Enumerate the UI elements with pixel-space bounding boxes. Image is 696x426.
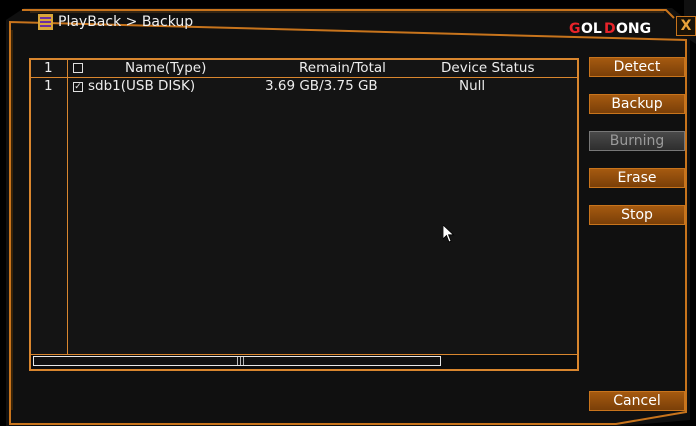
detect-button[interactable]: Detect <box>589 57 685 77</box>
cancel-button[interactable]: Cancel <box>589 391 685 411</box>
header-name: Name(Type) <box>125 60 207 76</box>
backup-button[interactable]: Backup <box>589 94 685 114</box>
grip-icon: ||| <box>236 356 246 366</box>
row-remain-total: 3.69 GB/3.75 GB <box>265 78 378 94</box>
row-checkbox[interactable]: ✓ <box>73 82 83 92</box>
close-button[interactable]: X <box>676 16 696 36</box>
scrollbar-thumb[interactable]: ||| <box>33 356 441 366</box>
brand-logo: G OL D ONG <box>569 19 661 41</box>
erase-button[interactable]: Erase <box>589 168 685 188</box>
row-device-name: sdb1(USB DISK) <box>88 78 196 94</box>
backup-icon <box>38 14 53 30</box>
window-title: PlayBack > Backup <box>58 14 194 30</box>
header-device-status: Device Status <box>441 60 535 76</box>
svg-text:ONG: ONG <box>616 21 651 37</box>
select-all-checkbox[interactable] <box>73 63 83 73</box>
svg-text:OL: OL <box>581 21 602 37</box>
horizontal-scrollbar[interactable]: ||| <box>31 354 577 369</box>
mouse-pointer-icon <box>442 224 455 247</box>
column-divider <box>67 60 68 357</box>
svg-text:G: G <box>569 21 581 37</box>
stop-button[interactable]: Stop <box>589 205 685 225</box>
header-index: 1 <box>44 60 53 76</box>
burning-button[interactable]: Burning <box>589 131 685 151</box>
device-table: 1 Name(Type) Remain/Total Device Status … <box>29 58 579 371</box>
svg-text:D: D <box>604 21 616 37</box>
row-device-status: Null <box>459 78 486 94</box>
header-remain-total: Remain/Total <box>299 60 386 76</box>
row-index: 1 <box>44 78 53 94</box>
